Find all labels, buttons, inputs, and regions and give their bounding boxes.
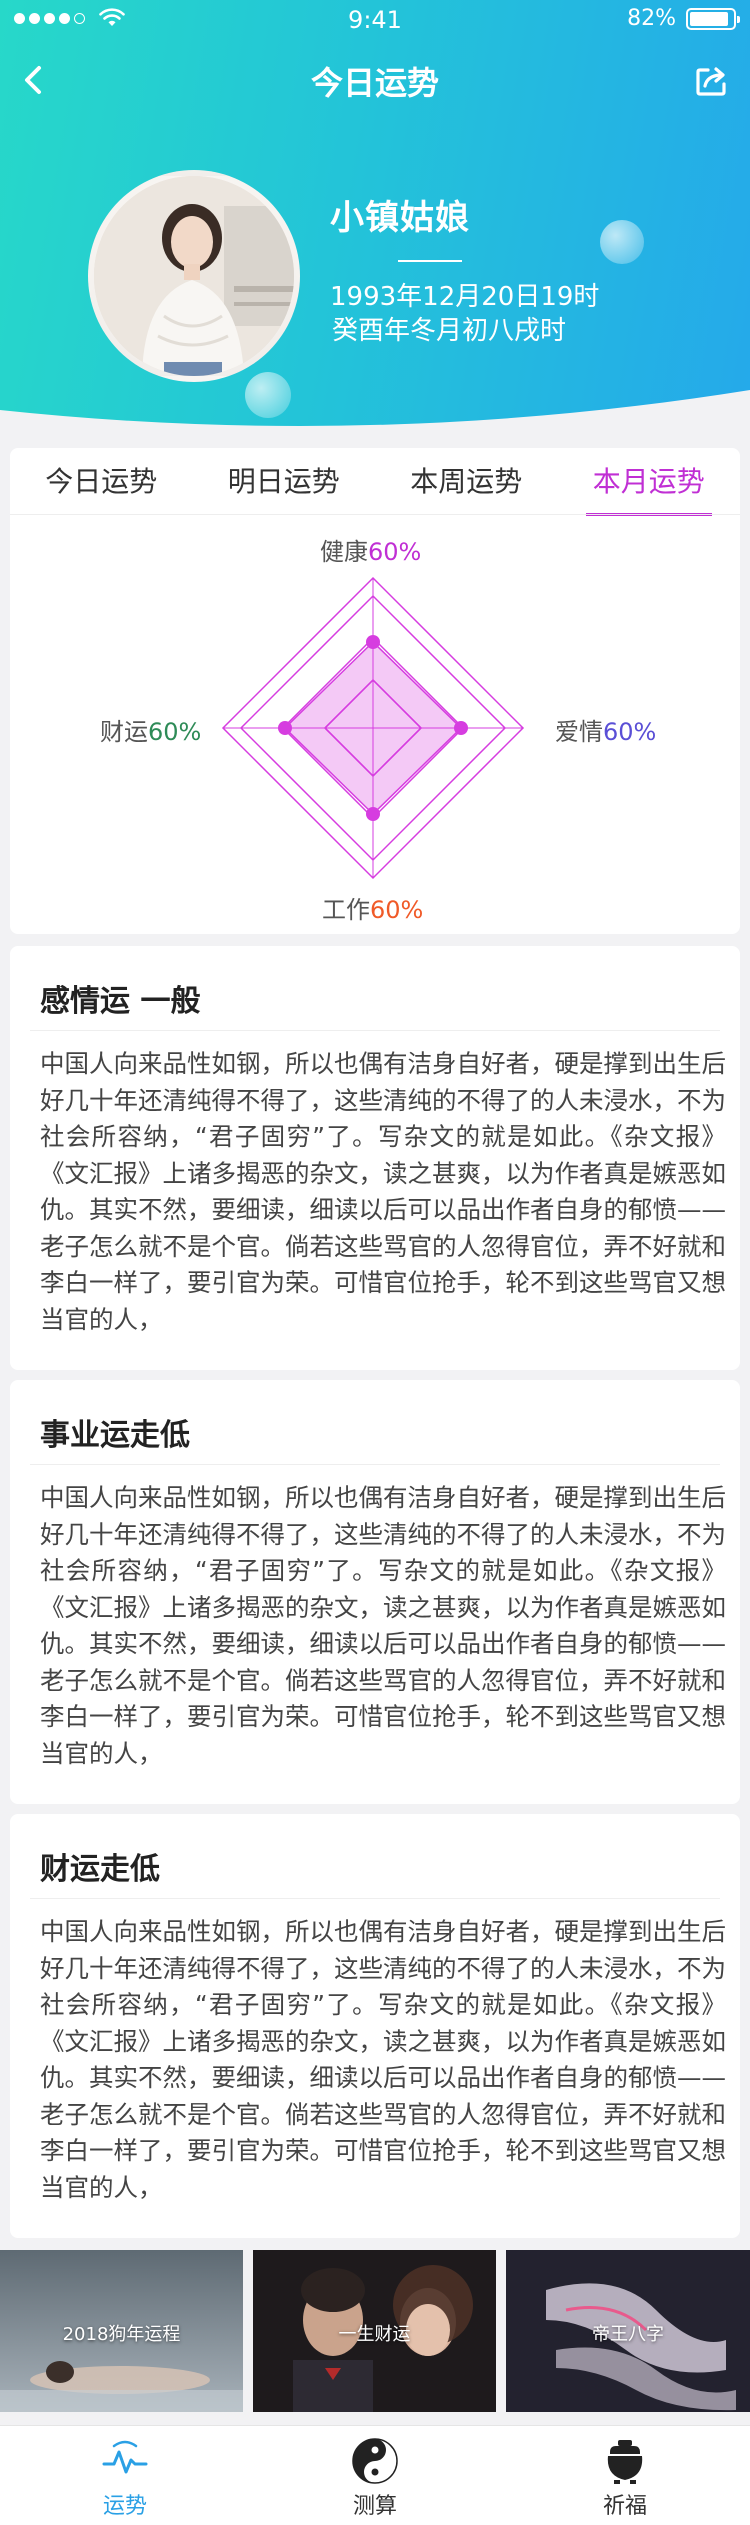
promo-emperor-bazi[interactable]: 帝王八字 [506,2250,750,2412]
promo-dog-year[interactable]: 2018狗年运程 [0,2250,243,2412]
radar-name: 爱情 [555,718,603,746]
section-body: 中国人向来品性如钢，所以也偶有洁身自好者，硬是撑到出生后好几十年还清纯得不得了，… [40,1917,726,2202]
tabbar-label: 运势 [102,2494,147,2519]
section-divider [30,1898,720,1899]
radar-name: 财运 [100,718,148,746]
section-card-career: 事业运走低 中国人向来品性如钢，所以也偶有洁身自好者，硬是撑到出生后好几十年还清… [10,1380,740,1804]
incense-pot-icon [607,2440,643,2484]
avatar-photo [94,176,294,376]
radar-point-health [366,635,380,649]
promo-label: 2018狗年运程 [62,2324,181,2345]
section-body: 中国人向来品性如钢，所以也偶有洁身自好者，硬是撑到出生后好几十年还清纯得不得了，… [40,1483,726,1768]
promo-label: 帝王八字 [592,2324,664,2345]
profile-birth-date: 1993年12月20日19时 [330,282,600,312]
section-divider [30,1030,720,1031]
tabbar-item-fortune[interactable]: 运势 [0,2426,250,2525]
tabbar-label: 测算 [352,2494,397,2519]
radar-value: 60% [148,718,202,746]
nav-bar: 今日运势 [0,40,750,120]
radar-value: 60% [603,718,657,746]
share-icon[interactable] [692,60,732,100]
avatar[interactable] [88,170,300,382]
section-title: 财运走低 [40,1852,160,1887]
radar-name: 工作 [322,896,370,924]
section-title: 感情运 一般 [40,984,201,1019]
tabbar-item-divination[interactable]: 测算 [250,2426,500,2525]
promo-lifetime-wealth[interactable]: 一生财运 [253,2250,496,2412]
header-wave [0,390,750,440]
promo-label: 一生财运 [338,2324,411,2345]
pulse-icon [102,2440,148,2474]
radar-value: 60% [368,538,422,566]
radar-label-health: 健康60% [320,532,421,567]
radar-label-love: 爱情60% [555,712,656,747]
battery-icon [686,7,740,30]
section-title: 事业运走低 [40,1418,190,1453]
fortune-card: 今日运势 明日运势 本周运势 本月运势 健康60% 爱情60% 工作60% 财运… [10,448,740,934]
battery-percent: 82% [627,6,676,31]
yin-yang-icon [352,2438,398,2484]
status-bar: 9:41 82% [0,0,750,40]
radar-value: 60% [370,896,424,924]
battery-indicator: 82% [627,6,740,31]
radar-label-work: 工作60% [322,890,423,925]
radar-point-wealth [278,721,292,735]
radar-point-work [366,807,380,821]
section-body: 中国人向来品性如钢，所以也偶有洁身自好者，硬是撑到出生后好几十年还清纯得不得了，… [40,1049,726,1334]
tabbar-label: 祈福 [602,2494,647,2519]
profile-lunar-date: 癸酉年冬月初八戌时 [332,316,567,346]
section-divider [30,1464,720,1465]
section-card-wealth: 财运走低 中国人向来品性如钢，所以也偶有洁身自好者，硬是撑到出生后好几十年还清纯… [10,1814,740,2238]
radar-point-love [454,721,468,735]
tabbar-item-blessing[interactable]: 祈福 [500,2426,750,2525]
section-card-love: 感情运 一般 中国人向来品性如钢，所以也偶有洁身自好者，硬是撑到出生后好几十年还… [10,946,740,1370]
profile-divider [398,260,462,262]
header: 9:41 82% 今日运势 小镇姑娘 1993年12月20日19时 癸酉年冬月初… [0,0,750,440]
page-title: 今日运势 [310,64,439,102]
bottom-tab-bar: 运势 测算 祈福 [0,2425,750,2525]
decor-bubble [600,220,644,264]
radar-chart [221,576,525,880]
radar-name: 健康 [320,538,368,566]
profile-name: 小镇姑娘 [330,198,470,238]
radar-label-wealth: 财运60% [100,712,201,747]
